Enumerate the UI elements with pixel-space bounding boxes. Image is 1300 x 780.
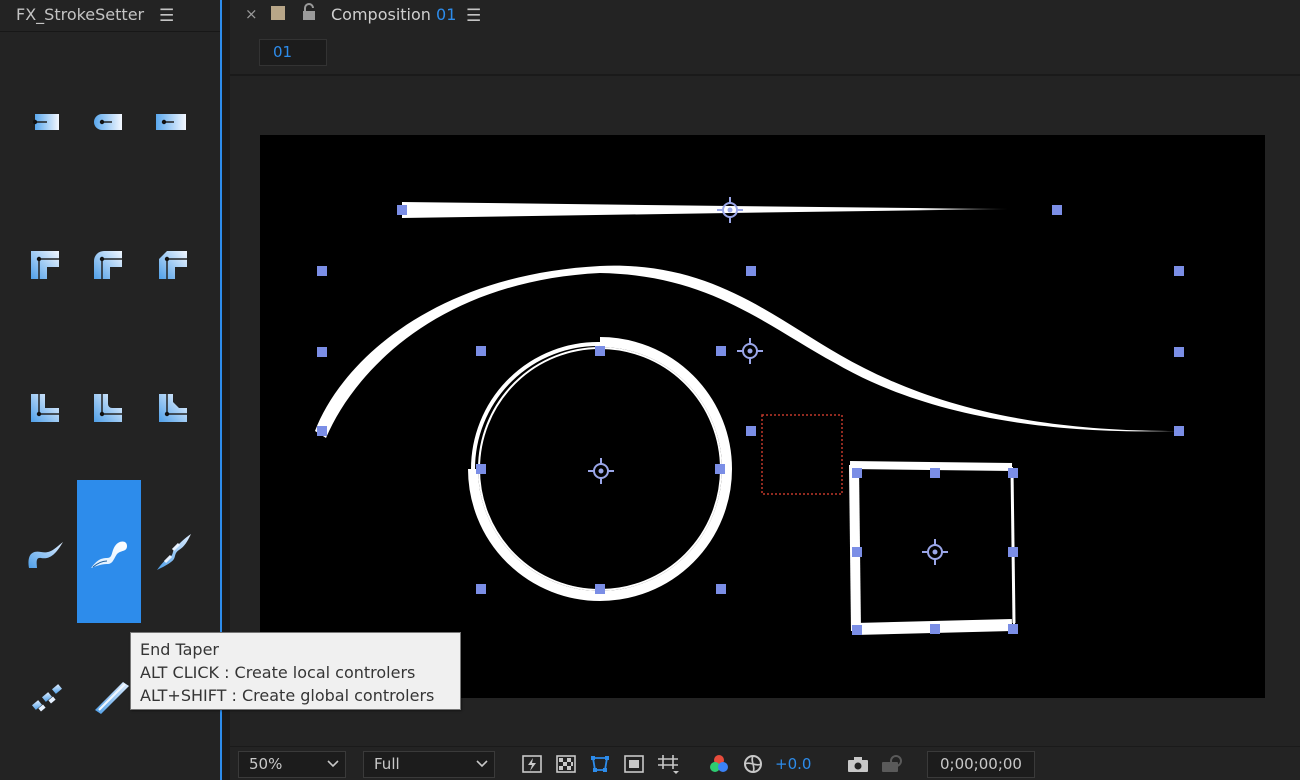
selection-bounding-box <box>761 414 843 495</box>
dashes-tool[interactable] <box>13 662 77 726</box>
both-taper-tool[interactable] <box>141 520 205 584</box>
tooltip-title: End Taper <box>140 640 219 659</box>
panel-title: FX_StrokeSetter <box>16 5 145 24</box>
comp-color-swatch <box>271 6 285 20</box>
inner-join-bevel-icon <box>159 394 187 422</box>
solid-stroke-icon <box>95 682 129 714</box>
channels-icon[interactable] <box>707 753 731 775</box>
transparency-grid-icon[interactable] <box>554 753 578 775</box>
panel-header: FX_StrokeSetter ☰ <box>0 0 220 32</box>
anchor-point-icon <box>736 337 764 365</box>
composition-canvas[interactable] <box>260 135 1265 698</box>
mask-visibility-icon[interactable] <box>588 753 612 775</box>
stroke-join-miter-tool[interactable] <box>13 233 77 297</box>
exposure-value[interactable]: +0.0 <box>775 755 811 773</box>
end-taper-tool[interactable] <box>77 480 141 623</box>
app-window: FX_StrokeSetter ☰ End Taper ALT CLICK: … <box>0 0 1300 780</box>
grid-guides-icon[interactable] <box>656 753 680 775</box>
chevron-down-icon <box>327 756 339 774</box>
stroke-join-round-tool[interactable] <box>76 233 140 297</box>
stroke-inner-join-round-tool[interactable] <box>76 376 140 440</box>
end-taper-icon <box>91 541 127 568</box>
tapered-square-shape <box>850 464 1016 631</box>
cap-butt-icon <box>32 114 59 130</box>
join-bevel-icon <box>159 251 187 279</box>
stroke-join-bevel-tool[interactable] <box>141 233 205 297</box>
start-taper-icon <box>28 542 63 568</box>
composition-flowchart-chip[interactable]: 01 <box>259 39 327 66</box>
chevron-down-icon <box>476 756 488 774</box>
region-of-interest-icon[interactable] <box>622 753 646 775</box>
join-round-icon <box>94 251 122 279</box>
composition-tab-number: 01 <box>436 5 457 24</box>
color-management-icon[interactable] <box>741 753 765 775</box>
stroke-inner-join-miter-tool[interactable] <box>13 376 77 440</box>
resolution-value: Full <box>374 755 400 773</box>
stroke-cap-butt-tool[interactable] <box>15 90 79 154</box>
show-snapshot-icon[interactable] <box>880 753 904 775</box>
panel-menu-icon[interactable]: ☰ <box>159 6 174 26</box>
end-taper-tooltip: End Taper ALT CLICK : Create local contr… <box>130 632 461 710</box>
lock-icon[interactable] <box>302 3 316 25</box>
tab-menu-icon[interactable]: ☰ <box>466 6 481 26</box>
inner-join-round-icon <box>94 394 122 422</box>
composition-tab-bar: × Composition 01 ☰ <box>230 0 1300 32</box>
magnification-dropdown[interactable]: 50% <box>238 751 346 778</box>
inner-join-miter-icon <box>31 394 59 422</box>
resolution-dropdown[interactable]: Full <box>363 751 495 778</box>
join-miter-icon <box>31 251 59 279</box>
stroke-cap-round-tool[interactable] <box>76 90 140 154</box>
canvas-shapes <box>315 196 1184 635</box>
cap-round-icon <box>94 114 122 130</box>
tooltip-line-local: ALT CLICK : Create local controlers <box>140 663 416 682</box>
tapered-line-shape <box>402 202 1008 218</box>
current-time-display[interactable]: 0;00;00;00 <box>927 751 1035 778</box>
composition-tab[interactable]: Composition 01 <box>331 5 456 24</box>
composition-navigator-bar: 01 <box>230 32 1300 76</box>
composition-tab-label: Composition <box>331 5 431 24</box>
anchor-point-icon <box>716 196 744 224</box>
snapshot-camera-icon[interactable] <box>846 753 870 775</box>
tooltip-line-global: ALT+SHIFT : Create global controlers <box>140 686 435 705</box>
bezier-handles <box>317 205 1184 635</box>
magnification-value: 50% <box>249 755 283 773</box>
fast-previews-icon[interactable] <box>520 753 544 775</box>
stroke-cap-square-tool[interactable] <box>140 90 204 154</box>
viewer-bottom-toolbar: 50% Full +0.0 0;00;00;00 <box>230 746 1300 780</box>
start-taper-tool[interactable] <box>13 520 77 584</box>
cap-square-icon <box>156 114 186 130</box>
anchor-point-icon <box>587 457 615 485</box>
fx-strokesetter-panel: FX_StrokeSetter ☰ End Taper ALT CLICK: … <box>0 0 461 780</box>
close-tab-icon[interactable]: × <box>245 5 258 23</box>
wave-taper-icon <box>157 534 191 570</box>
stroke-inner-join-bevel-tool[interactable] <box>141 376 205 440</box>
anchor-point-icon <box>921 538 949 566</box>
dashes-icon <box>32 684 62 712</box>
s-curve-shape <box>315 265 1177 438</box>
